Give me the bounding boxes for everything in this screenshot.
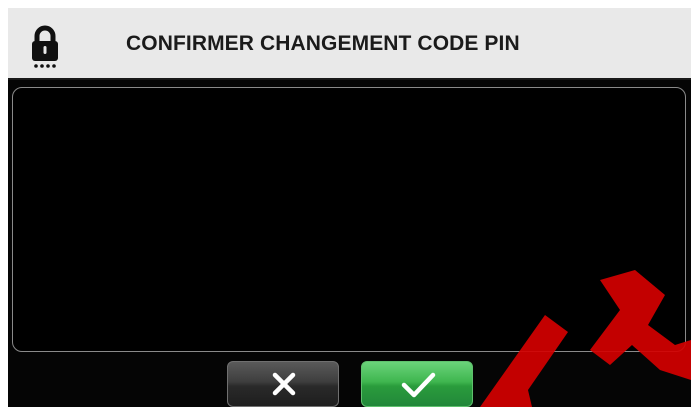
close-icon bbox=[272, 372, 296, 396]
header-bar: CONFIRMER CHANGEMENT CODE PIN bbox=[8, 8, 691, 80]
page-title: CONFIRMER CHANGEMENT CODE PIN bbox=[126, 32, 520, 55]
device-screen: CONFIRMER CHANGEMENT CODE PIN bbox=[8, 8, 691, 407]
lock-pin-icon bbox=[32, 25, 58, 68]
checkmark-icon bbox=[401, 372, 436, 398]
confirm-button[interactable] bbox=[361, 361, 473, 407]
message-panel bbox=[12, 87, 686, 352]
cancel-button[interactable] bbox=[227, 361, 339, 407]
